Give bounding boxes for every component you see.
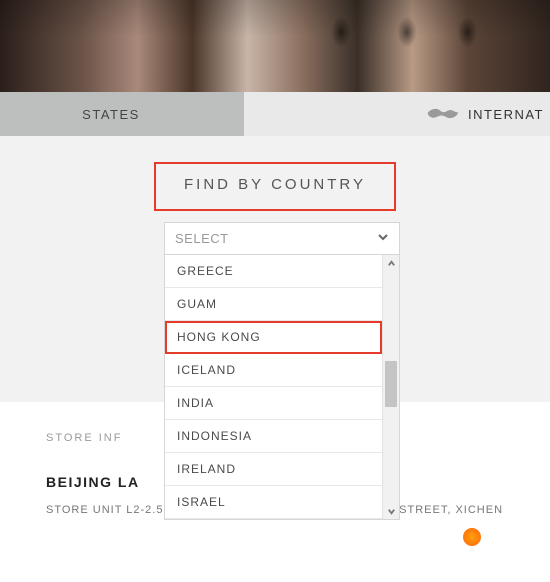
scrollbar[interactable]	[382, 255, 399, 519]
scroll-up-icon[interactable]	[383, 255, 399, 271]
options-list: GREECEGUAMHONG KONGICELANDINDIAINDONESIA…	[165, 255, 382, 519]
option-ireland[interactable]: IRELAND	[165, 453, 382, 486]
tab-states[interactable]: STATES	[0, 92, 244, 136]
country-select[interactable]: SELECT GREECEGUAMHONG KONGICELANDINDIAIN…	[164, 222, 400, 520]
section-title: FIND BY COUNTRY	[154, 162, 396, 211]
tab-states-label: STATES	[82, 107, 140, 122]
section-title-text: FIND BY COUNTRY	[184, 176, 366, 193]
chevron-down-icon	[377, 231, 389, 246]
weibo-logo-icon	[463, 528, 481, 546]
watermark: 微小管具罪	[463, 528, 542, 546]
tab-international-label: INTERNAT	[468, 107, 544, 122]
hero-image	[0, 0, 550, 92]
option-greece[interactable]: GREECE	[165, 255, 382, 288]
watermark-text: 微小管具罪	[487, 529, 542, 545]
option-india[interactable]: INDIA	[165, 387, 382, 420]
select-header[interactable]: SELECT	[165, 223, 399, 255]
option-indonesia[interactable]: INDONESIA	[165, 420, 382, 453]
option-hong-kong[interactable]: HONG KONG	[165, 321, 382, 354]
tab-international[interactable]: INTERNAT	[426, 92, 550, 136]
tab-bar: STATES INTERNAT	[0, 92, 550, 136]
select-placeholder: SELECT	[175, 231, 229, 246]
option-iceland[interactable]: ICELAND	[165, 354, 382, 387]
option-guam[interactable]: GUAM	[165, 288, 382, 321]
scroll-thumb[interactable]	[385, 361, 397, 407]
world-map-icon	[426, 104, 460, 125]
content-area: FIND BY COUNTRY SELECT GREECEGUAMHONG KO…	[0, 136, 550, 211]
option-israel[interactable]: ISRAEL	[165, 486, 382, 519]
scroll-down-icon[interactable]	[383, 503, 399, 519]
